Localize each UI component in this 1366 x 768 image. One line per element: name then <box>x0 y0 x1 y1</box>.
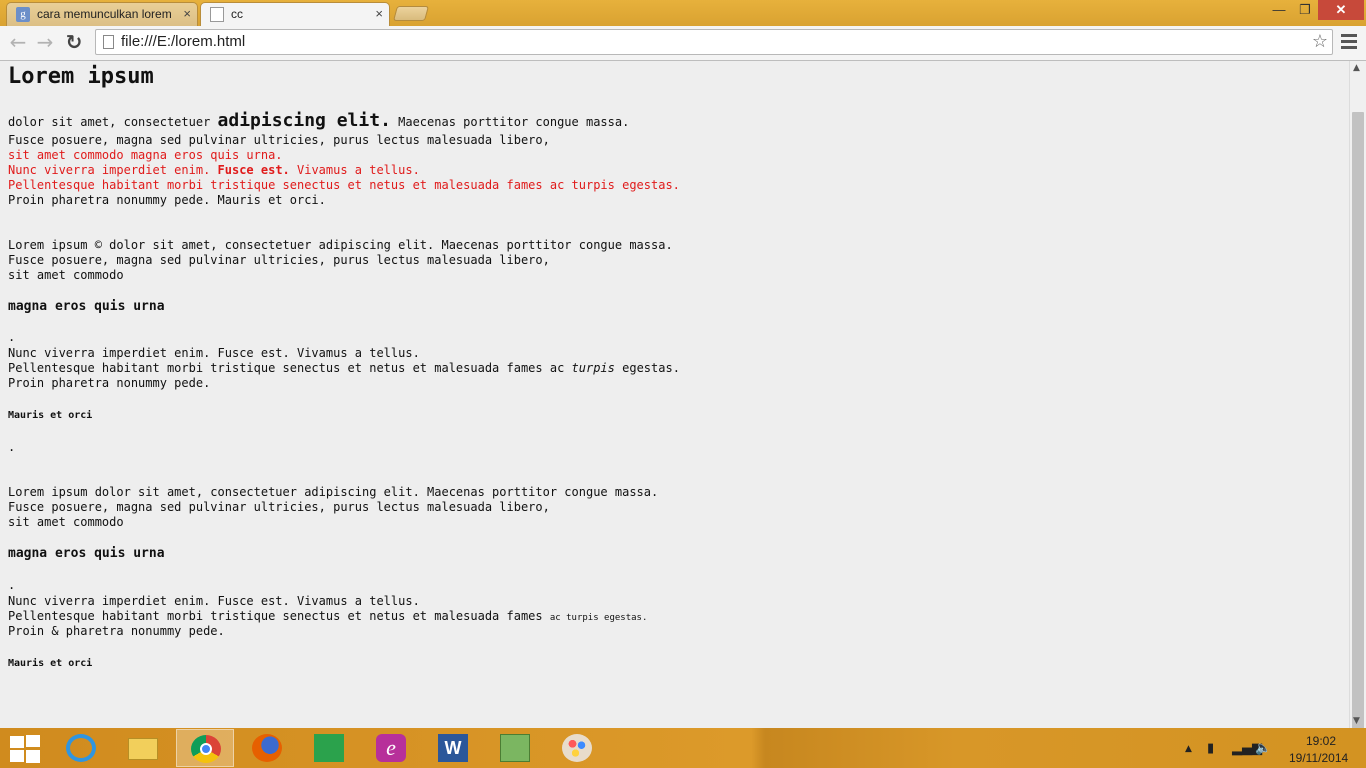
url-text[interactable]: file:///E:/lorem.html <box>121 33 245 50</box>
page-icon <box>103 35 114 49</box>
paragraph-line: Nunc viverra imperdiet enim. Fusce est. … <box>8 594 420 608</box>
paragraph-line: Pellentesque habitant morbi tristique se… <box>8 361 680 376</box>
text-span: Pellentesque habitant morbi tristique se… <box>8 609 550 623</box>
italic-text-span: turpis <box>571 361 615 375</box>
taskbar-file-explorer[interactable] <box>114 729 172 767</box>
dot-line: . <box>8 330 16 344</box>
address-bar[interactable]: file:///E:/lorem.html ☆ <box>95 29 1333 55</box>
tab-cara-memunculkan-lorem[interactable]: g cara memunculkan lorem × <box>6 2 198 26</box>
red-paragraph-line: sit amet commodo magna eros quis urna. <box>8 148 283 162</box>
page-viewport: Lorem ipsum dolor sit amet, consectetuer… <box>0 61 1349 728</box>
text-span: Maecenas porttitor congue massa. <box>390 115 630 129</box>
text-span: Vivamus a tellus. <box>289 163 420 177</box>
taskbar-store[interactable] <box>300 729 358 767</box>
text-span: dolor sit amet, consectetuer <box>8 115 218 129</box>
new-tab-button[interactable] <box>392 6 430 21</box>
clock-date[interactable]: 19/11/2014 <box>1289 751 1348 765</box>
paragraph-line: Fusce posuere, magna sed pulvinar ultric… <box>8 500 550 514</box>
taskbar-paint[interactable] <box>548 729 606 767</box>
clock-time[interactable]: 19:02 <box>1306 734 1336 748</box>
corel-icon: e <box>376 734 406 762</box>
small-text: Mauris et orci <box>8 658 93 669</box>
paragraph-line: sit amet commodo <box>8 515 124 529</box>
google-favicon-icon: g <box>16 7 30 22</box>
scroll-up-arrow-icon[interactable]: ▲ <box>1353 63 1360 73</box>
tab-cc[interactable]: cc × <box>200 2 390 26</box>
store-icon <box>314 734 344 762</box>
page-title: Lorem ipsum <box>8 64 154 89</box>
tab-title: cc <box>231 7 243 21</box>
taskbar-internet-explorer[interactable] <box>52 729 110 767</box>
browser-toolbar: ← → ↻ file:///E:/lorem.html ☆ <box>0 26 1366 61</box>
text-span: Nunc viverra imperdiet enim. <box>8 163 218 177</box>
red-paragraph-line: Pellentesque habitant morbi tristique se… <box>8 178 680 192</box>
page-favicon-icon <box>210 7 224 22</box>
paragraph-line: sit amet commodo <box>8 268 124 282</box>
firefox-icon <box>252 734 282 762</box>
reload-icon[interactable]: ↻ <box>62 30 86 54</box>
taskbar-firefox[interactable] <box>238 729 296 767</box>
volume-icon[interactable]: 🔈 <box>1255 741 1271 756</box>
notepad-plus-icon <box>500 734 530 762</box>
taskbar-word[interactable]: W <box>424 729 482 767</box>
scrollbar-thumb[interactable] <box>1352 112 1364 756</box>
minimize-button[interactable]: — <box>1268 0 1290 20</box>
show-hidden-icons-arrow-icon[interactable]: ▲ <box>1185 744 1192 754</box>
word-icon: W <box>438 734 468 762</box>
forward-arrow-icon[interactable]: → <box>33 30 57 54</box>
tiny-text-span: ac turpis egestas. <box>549 613 648 623</box>
large-text-span: adipiscing elit. <box>217 110 391 131</box>
taskbar-corel[interactable]: e <box>362 729 420 767</box>
tab-close-icon[interactable]: × <box>375 6 383 21</box>
back-arrow-icon[interactable]: ← <box>6 30 30 54</box>
close-window-button[interactable]: ✕ <box>1318 0 1364 20</box>
section-heading: magna eros quis urna <box>8 546 165 561</box>
chrome-icon <box>191 735 221 763</box>
paragraph-line: Proin pharetra nonummy pede. <box>8 376 211 390</box>
text-span: Pellentesque habitant morbi tristique se… <box>8 361 572 375</box>
power-icon[interactable]: ▮ <box>1207 741 1214 756</box>
paragraph-line: Fusce posuere, magna sed pulvinar ultric… <box>8 133 550 147</box>
paragraph-line: Lorem ipsum dolor sit amet, consectetuer… <box>8 485 659 499</box>
paragraph-line: Proin & pharetra nonummy pede. <box>8 624 225 638</box>
scroll-down-arrow-icon[interactable]: ▼ <box>1353 716 1360 726</box>
windows-taskbar: e W <box>0 728 1366 768</box>
paragraph-line: Proin pharetra nonummy pede. Mauris et o… <box>8 193 326 207</box>
red-paragraph-line: Nunc viverra imperdiet enim. Fusce est. … <box>8 163 420 178</box>
paragraph-line: dolor sit amet, consectetuer adipiscing … <box>8 110 630 131</box>
bold-text-span: Fusce est. <box>217 163 290 177</box>
paint-palette-icon <box>562 734 592 762</box>
maximize-button[interactable]: ❐ <box>1294 0 1316 20</box>
internet-explorer-icon <box>66 734 96 762</box>
dot-line: . <box>8 440 16 454</box>
taskbar-notepad[interactable] <box>486 729 544 767</box>
dot-line: . <box>8 578 16 592</box>
tab-title: cara memunculkan lorem <box>37 7 172 21</box>
windows-start-icon[interactable] <box>8 734 40 763</box>
chrome-menu-icon[interactable] <box>1341 31 1357 55</box>
paragraph-line: Fusce posuere, magna sed pulvinar ultric… <box>8 253 550 267</box>
paragraph-line: Nunc viverra imperdiet enim. Fusce est. … <box>8 346 420 360</box>
tab-close-icon[interactable]: × <box>183 6 191 21</box>
text-span: egestas. <box>614 361 680 375</box>
small-text: Mauris et orci <box>8 410 93 421</box>
paragraph-line: Lorem ipsum © dolor sit amet, consectetu… <box>8 238 673 252</box>
section-heading: magna eros quis urna <box>8 299 165 314</box>
folder-icon <box>128 738 158 760</box>
vertical-scrollbar[interactable]: ▲ ▼ <box>1349 61 1366 756</box>
taskbar-chrome[interactable] <box>176 729 234 767</box>
browser-title-bar: g cara memunculkan lorem × cc × — ❐ ✕ <box>0 0 1366 26</box>
bookmark-star-icon[interactable]: ☆ <box>1312 31 1328 52</box>
